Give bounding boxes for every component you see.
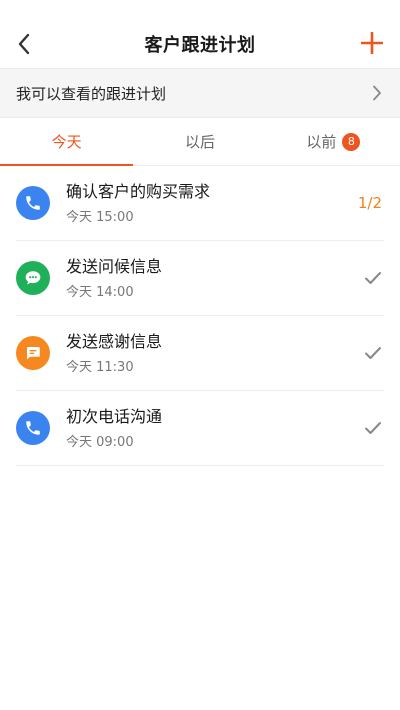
check-icon [365,272,381,284]
item-time: 今天 09:00 [66,434,134,450]
list-item[interactable]: 初次电话沟通 今天 09:00 [16,391,384,466]
progress-count: 1/2 [357,194,382,212]
list-item[interactable]: 发送感谢信息 今天 11:30 [16,316,384,391]
message-icon [16,336,50,370]
tab-today[interactable]: 今天 [0,118,134,166]
tab-label: 以后 [184,133,215,151]
list-item[interactable]: 发送问候信息 今天 14:00 [16,241,384,316]
item-title: 确认客户的购买需求 [66,181,211,201]
phone-icon [16,411,50,445]
viewable-plans-label: 我可以查看的跟进计划 [16,84,167,103]
tab-label: 今天 [51,133,82,151]
app: 客户跟进计划 我可以查看的跟进计划 今天 以后 以前 8 确认客户的购买需求 今… [0,0,400,710]
tab-later[interactable]: 以后 [133,118,266,165]
item-time: 今天 14:00 [66,284,134,300]
check-icon [365,422,381,434]
viewable-plans-row[interactable]: 我可以查看的跟进计划 [0,68,400,118]
check-icon [365,347,381,359]
phone-icon [16,186,50,220]
plan-list: 确认客户的购买需求 今天 15:00 1/2 发送问候信息 今天 14:00 发… [0,166,400,466]
header: 客户跟进计划 [0,0,400,68]
item-time: 今天 11:30 [66,359,134,375]
tab-before[interactable]: 以前 8 [267,118,400,165]
wechat-icon [16,261,50,295]
plus-icon [361,32,383,54]
page-title: 客户跟进计划 [144,35,256,56]
item-title: 初次电话沟通 [66,406,163,426]
item-title: 发送问候信息 [66,256,163,276]
item-title: 发送感谢信息 [66,331,163,351]
tab-label: 以前 [306,133,337,151]
list-item[interactable]: 确认客户的购买需求 今天 15:00 1/2 [16,166,384,241]
count-badge: 8 [342,132,361,151]
add-plan-button[interactable] [358,29,386,57]
item-time: 今天 15:00 [66,209,134,225]
chevron-right-icon [373,85,381,101]
tabs: 今天 以后 以前 8 [0,118,400,166]
